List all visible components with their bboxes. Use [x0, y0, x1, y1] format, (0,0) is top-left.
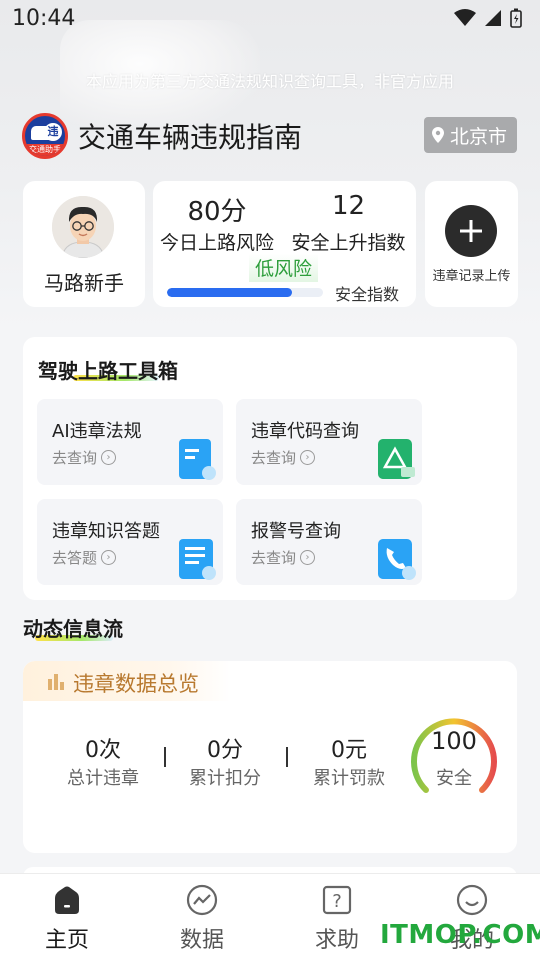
- safety-index-value: 12: [331, 191, 366, 221]
- svg-text:?: ?: [332, 891, 342, 912]
- risk-score-label: 今日上路风险: [159, 232, 274, 254]
- phone-icon: [378, 539, 416, 580]
- risk-card: 80分 今日上路风险 12 安全上升指数 低风险 安全指数: [153, 181, 416, 307]
- violation-stats-card: 违章数据总览 0次 总计违章 0分 累计扣分 0元 累计罚款 100 安全: [23, 661, 517, 853]
- app-title: 交通车辆违规指南: [78, 121, 303, 154]
- logo-strip: 交通助手: [25, 144, 65, 156]
- battery-icon: [510, 8, 522, 28]
- notebook-icon: [179, 439, 216, 480]
- stat-total-violations-label: 总计违章: [67, 768, 139, 789]
- wifi-icon: [454, 9, 476, 26]
- tool-violation-code[interactable]: 违章代码查询 去查询 ›: [236, 399, 422, 485]
- location-pin-icon: [431, 127, 444, 143]
- city-selector[interactable]: 北京市: [423, 117, 517, 153]
- smile-icon: [456, 884, 488, 916]
- tool-name: AI违章法规: [52, 421, 142, 442]
- avatar: [52, 196, 114, 258]
- tool-action: 去答题 ›: [52, 547, 117, 568]
- toolbox-card: 驾驶上路工具箱 AI违章法规 去查询 › 违章代码查询 去查询 › 违章知识答题 去…: [23, 337, 517, 600]
- site-watermark: ITMOP.COM: [380, 920, 540, 950]
- stat-points-value: 0分: [207, 738, 243, 763]
- profile-card[interactable]: 马路新手: [23, 181, 145, 307]
- tool-action: 去查询 ›: [251, 447, 316, 468]
- tool-action: 去查询 ›: [251, 547, 316, 568]
- disclaimer-notice: 本应用为第三方交通法规知识查询工具，非官方应用: [85, 72, 454, 91]
- avatar-illustration: [52, 196, 114, 258]
- tool-knowledge-quiz[interactable]: 违章知识答题 去答题 ›: [37, 499, 223, 585]
- tab-label: 求助: [314, 928, 359, 953]
- add-record-button[interactable]: [445, 205, 497, 257]
- tool-name: 违章代码查询: [251, 421, 359, 442]
- tab-home[interactable]: 主页: [22, 874, 112, 960]
- stats-header: 违章数据总览: [23, 661, 231, 701]
- chevron-right-icon: ›: [300, 550, 316, 565]
- signal-icon: [485, 10, 501, 26]
- status-bar: 10:44: [0, 0, 540, 40]
- stat-total-violations-value: 0次: [85, 738, 121, 763]
- chevron-right-icon: ›: [101, 550, 117, 565]
- tab-label: 主页: [44, 928, 89, 953]
- feed-section-header: 动态信息流: [23, 613, 123, 642]
- tool-action: 去查询 ›: [52, 447, 117, 468]
- tab-label: 数据: [179, 928, 224, 953]
- home-icon: [55, 886, 79, 914]
- stat-fines-label: 累计罚款: [313, 768, 385, 789]
- tool-name: 报警号查询: [251, 521, 341, 542]
- feed-title: 动态信息流: [23, 617, 123, 641]
- tab-help[interactable]: ? 求助: [292, 874, 382, 960]
- tab-data[interactable]: 数据: [157, 874, 247, 960]
- stat-divider: [286, 747, 288, 767]
- app-logo: 违 交通助手: [22, 113, 68, 159]
- stats-title: 违章数据总览: [73, 672, 199, 696]
- tool-emergency-number[interactable]: 报警号查询 去查询 ›: [236, 499, 422, 585]
- status-icons: [454, 8, 522, 28]
- city-name: 北京市: [449, 125, 507, 148]
- risk-score: 80分: [187, 197, 247, 227]
- safety-progress-fill: [167, 288, 292, 297]
- profile-name: 马路新手: [44, 271, 124, 295]
- warning-icon: [378, 439, 415, 479]
- document-icon: [179, 539, 216, 580]
- gauge-value: 100: [431, 727, 477, 755]
- risk-level-badge: 低风险: [249, 254, 319, 282]
- gauge-label: 安全: [436, 768, 472, 789]
- bar-chart-icon: [48, 674, 64, 690]
- upload-record-card[interactable]: 违章记录上传: [425, 181, 518, 307]
- toolbox-title: 驾驶上路工具箱: [38, 359, 178, 383]
- logo-badge: 违: [44, 123, 62, 141]
- chevron-right-icon: ›: [101, 450, 117, 465]
- chevron-right-icon: ›: [300, 450, 316, 465]
- chart-icon: [186, 884, 218, 916]
- stat-divider: [164, 747, 166, 767]
- upload-label: 违章记录上传: [432, 269, 511, 284]
- stat-points-label: 累计扣分: [189, 768, 261, 789]
- safety-index-label: 安全上升指数: [291, 232, 406, 254]
- status-time: 10:44: [12, 6, 76, 31]
- tool-ai-regulations[interactable]: AI违章法规 去查询 ›: [37, 399, 223, 485]
- safety-progress-bar: [167, 288, 323, 297]
- stat-fines-value: 0元: [331, 738, 367, 763]
- plus-icon: [460, 220, 482, 242]
- progress-caption: 安全指数: [335, 285, 400, 304]
- tool-name: 违章知识答题: [52, 521, 160, 542]
- help-icon: ?: [322, 885, 352, 915]
